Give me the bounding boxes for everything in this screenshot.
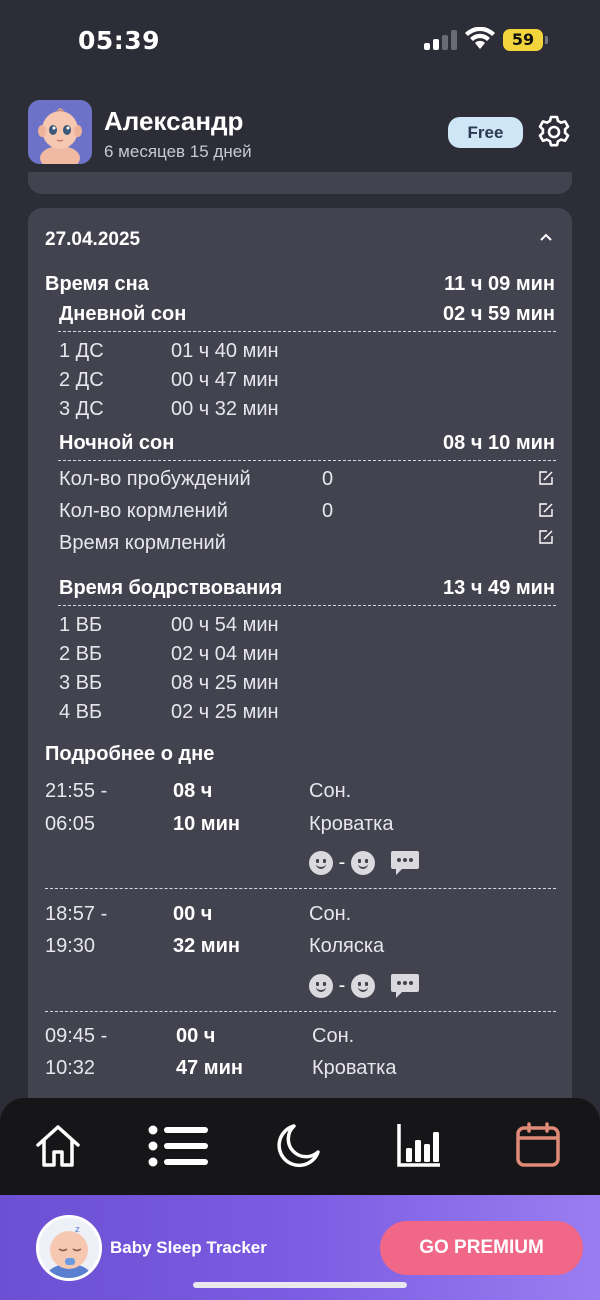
- night-stat-label: Время кормлений: [59, 532, 226, 554]
- child-age: 6 месяцев 15 дней: [104, 142, 252, 161]
- day-summary-card: 27.04.2025 Время сна 11 ч 09 мин Дневной…: [28, 208, 572, 1208]
- mood-separator: -: [338, 851, 346, 874]
- mood-start-icon: [309, 974, 333, 998]
- awake-item-duration: 02 ч 04 мин: [171, 643, 279, 665]
- details-title: Подробнее о дне: [45, 743, 215, 765]
- sleep-total-value: 11 ч 09 мин: [444, 273, 555, 295]
- status-bar: 05:39 59: [0, 0, 600, 80]
- awake-item-name: 1 ВБ: [59, 614, 103, 636]
- day-sleep-item-name: 2 ДС: [59, 369, 104, 391]
- entry-hours: 00 ч: [176, 1025, 216, 1047]
- premium-title: Baby Sleep Tracker: [110, 1238, 267, 1257]
- entry-end: 19:30: [45, 935, 96, 957]
- sleep-total-label: Время сна: [45, 273, 149, 295]
- edit-icon[interactable]: [538, 529, 554, 545]
- svg-text:z: z: [75, 1225, 80, 1235]
- battery-icon: 59: [503, 29, 543, 51]
- awake-item-duration: 02 ч 25 мин: [171, 701, 279, 723]
- home-icon[interactable]: [34, 1122, 82, 1170]
- mood-end-icon: [350, 851, 375, 875]
- entry-end: 10:32: [45, 1057, 96, 1079]
- entry-start: 18:57 -: [45, 903, 108, 925]
- entry-hours: 00 ч: [173, 903, 213, 925]
- chevron-up-icon[interactable]: [538, 230, 554, 246]
- night-sleep-label: Ночной сон: [59, 432, 175, 454]
- night-sleep-value: 08 ч 10 мин: [443, 432, 555, 454]
- entry-place: Кроватка: [312, 1057, 397, 1079]
- entry-divider: [45, 1011, 556, 1012]
- entry-type: Сон.: [309, 903, 352, 925]
- comment-icon[interactable]: [390, 972, 420, 1000]
- calendar-icon[interactable]: [515, 1122, 561, 1168]
- chart-icon[interactable]: [396, 1122, 442, 1168]
- wifi-icon: [465, 27, 495, 49]
- gear-icon[interactable]: [536, 114, 572, 150]
- day-sleep-item-name: 3 ДС: [59, 398, 104, 420]
- mood-end-icon: [350, 974, 375, 998]
- premium-banner: z Baby Sleep Tracker GO PREMIUM: [0, 1195, 600, 1300]
- baby-avatar[interactable]: [28, 100, 92, 164]
- awake-item-duration: 00 ч 54 мин: [171, 614, 279, 636]
- mood-row: -: [309, 849, 420, 877]
- entry-type: Сон.: [309, 780, 352, 802]
- divider: [58, 331, 556, 332]
- awake-item-duration: 08 ч 25 мин: [171, 672, 279, 694]
- day-sleep-item-duration: 00 ч 47 мин: [171, 369, 279, 391]
- entry-minutes: 47 мин: [176, 1057, 243, 1079]
- divider: [58, 460, 556, 461]
- entry-minutes: 32 мин: [173, 935, 240, 957]
- child-name: Александр: [104, 106, 244, 136]
- day-sleep-value: 02 ч 59 мин: [443, 303, 555, 325]
- mood-start-icon: [309, 851, 333, 875]
- night-stat-label: Кол-во пробуждений: [59, 468, 251, 490]
- entry-type: Сон.: [312, 1025, 355, 1047]
- entry-divider: [45, 888, 556, 889]
- mood-separator: -: [338, 974, 346, 997]
- previous-card-edge: [28, 172, 572, 194]
- divider: [58, 605, 556, 606]
- entry-hours: 08 ч: [173, 780, 213, 802]
- card-date: 27.04.2025: [45, 229, 141, 250]
- night-stat-value: 0: [322, 468, 334, 490]
- comment-icon[interactable]: [390, 849, 420, 877]
- awake-item-name: 2 ВБ: [59, 643, 103, 665]
- night-stat-value: 0: [322, 500, 334, 522]
- entry-place: Кроватка: [309, 813, 394, 835]
- awake-value: 13 ч 49 мин: [443, 577, 555, 599]
- go-premium-button[interactable]: GO PREMIUM: [380, 1221, 583, 1275]
- awake-item-name: 4 ВБ: [59, 701, 103, 723]
- list-icon[interactable]: [146, 1122, 210, 1170]
- sleeping-baby-avatar: z: [36, 1215, 102, 1281]
- awake-label: Время бодрствования: [59, 577, 283, 599]
- day-sleep-item-duration: 00 ч 32 мин: [171, 398, 279, 420]
- entry-minutes: 10 мин: [173, 813, 240, 835]
- profile-header: Александр 6 месяцев 15 дней Free: [0, 90, 600, 180]
- battery-tip: [545, 36, 548, 44]
- status-time: 05:39: [78, 26, 161, 55]
- entry-start: 09:45 -: [45, 1025, 108, 1047]
- awake-item-name: 3 ВБ: [59, 672, 103, 694]
- entry-place: Коляска: [309, 935, 385, 957]
- cellular-signal-icon: [424, 30, 458, 50]
- mood-row: -: [309, 972, 420, 1000]
- home-indicator: [193, 1282, 407, 1288]
- night-stat-label: Кол-во кормлений: [59, 500, 228, 522]
- entry-start: 21:55 -: [45, 780, 108, 802]
- moon-icon[interactable]: [274, 1122, 322, 1170]
- day-sleep-label: Дневной сон: [59, 303, 187, 325]
- plan-badge[interactable]: Free: [448, 117, 523, 148]
- entry-end: 06:05: [45, 813, 96, 835]
- day-sleep-item-duration: 01 ч 40 мин: [171, 340, 279, 362]
- day-sleep-item-name: 1 ДС: [59, 340, 104, 362]
- edit-icon[interactable]: [538, 502, 554, 518]
- bottom-navigation: [0, 1098, 600, 1208]
- edit-icon[interactable]: [538, 470, 554, 486]
